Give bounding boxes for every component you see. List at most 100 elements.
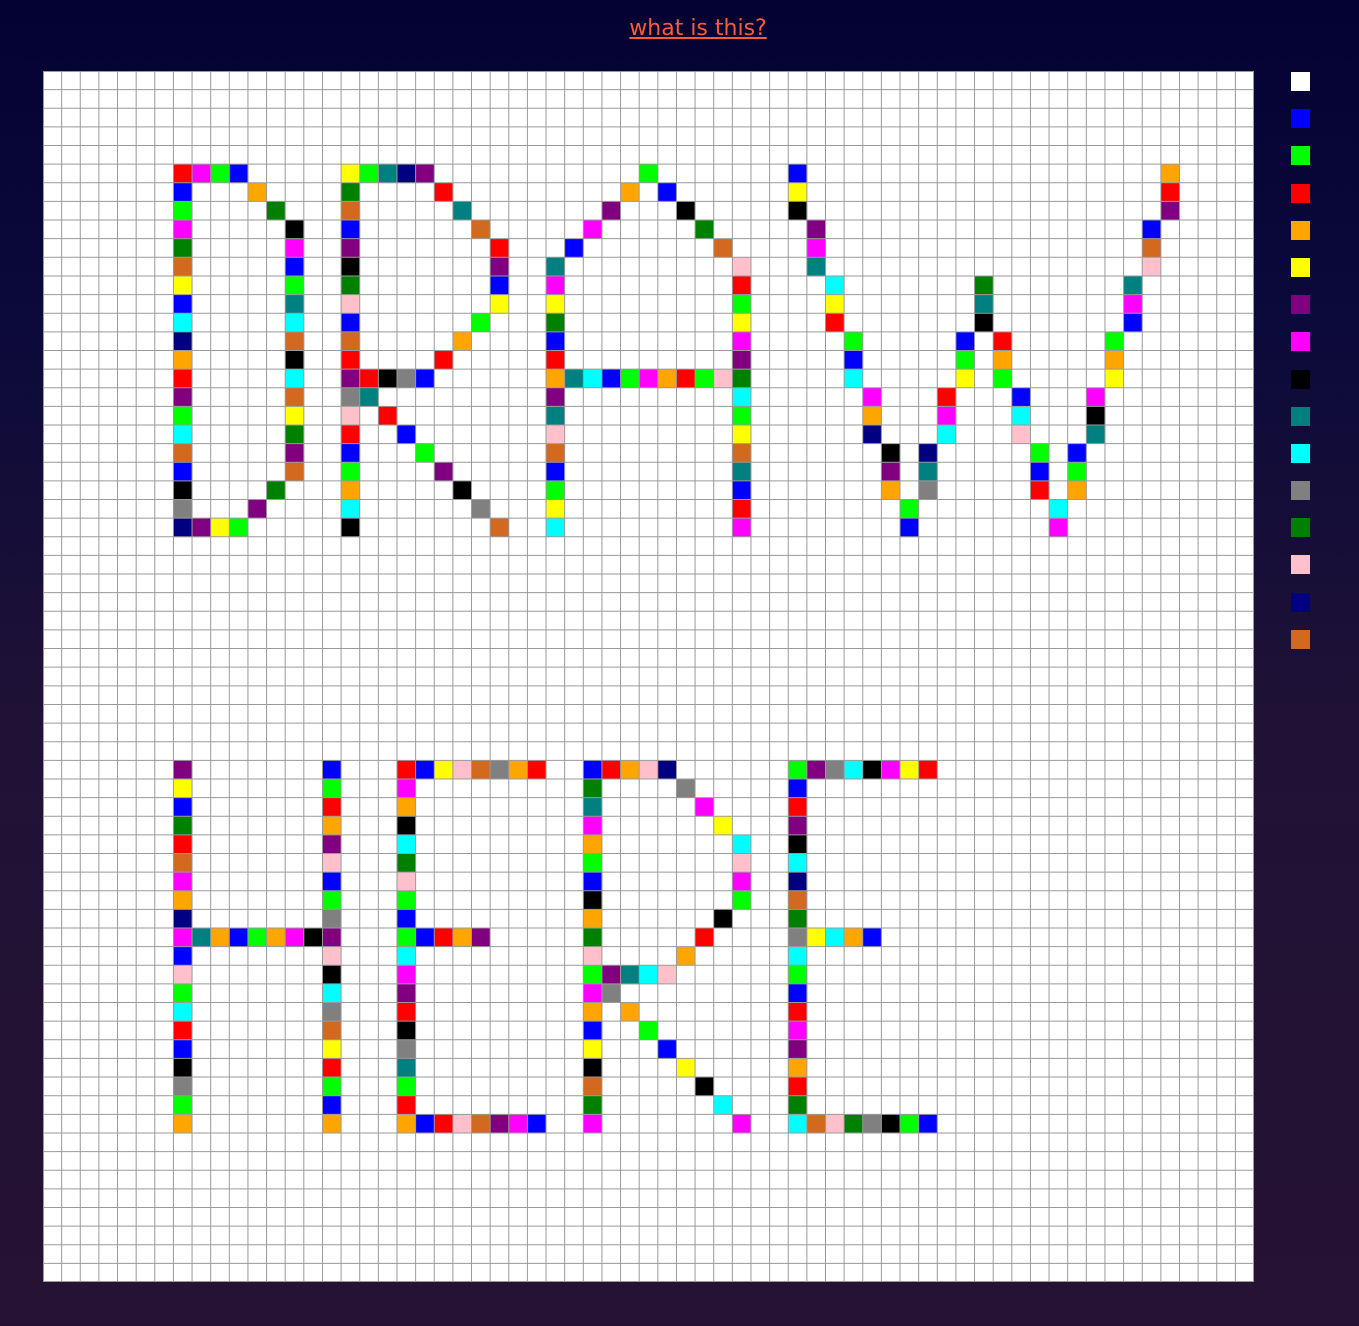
painted-pixel[interactable] <box>266 201 286 221</box>
painted-pixel[interactable] <box>825 294 845 314</box>
painted-pixel[interactable] <box>1086 406 1106 426</box>
painted-pixel[interactable] <box>173 1002 193 1022</box>
painted-pixel[interactable] <box>229 518 249 538</box>
painted-pixel[interactable] <box>788 834 808 854</box>
painted-pixel[interactable] <box>583 1058 603 1078</box>
painted-pixel[interactable] <box>546 462 565 482</box>
painted-pixel[interactable] <box>285 275 305 295</box>
painted-pixel[interactable] <box>490 238 510 258</box>
painted-pixel[interactable] <box>788 890 808 910</box>
painted-pixel[interactable] <box>732 872 752 892</box>
painted-pixel[interactable] <box>732 499 752 519</box>
painted-pixel[interactable] <box>1086 387 1106 407</box>
painted-pixel[interactable] <box>210 928 230 947</box>
pixel-grid[interactable] <box>43 71 1254 1282</box>
painted-pixel[interactable] <box>788 946 808 966</box>
painted-pixel[interactable] <box>173 499 193 519</box>
painted-pixel[interactable] <box>285 313 305 333</box>
painted-pixel[interactable] <box>322 890 342 910</box>
painted-pixel[interactable] <box>396 853 416 873</box>
painted-pixel[interactable] <box>173 164 193 184</box>
painted-pixel[interactable] <box>1067 480 1087 500</box>
painted-pixel[interactable] <box>955 350 975 370</box>
painted-pixel[interactable] <box>173 816 193 836</box>
painted-pixel[interactable] <box>732 518 752 538</box>
painted-pixel[interactable] <box>732 834 752 854</box>
painted-pixel[interactable] <box>1142 220 1162 239</box>
painted-pixel[interactable] <box>732 369 752 389</box>
painted-pixel[interactable] <box>955 369 975 389</box>
painted-pixel[interactable] <box>657 965 677 985</box>
painted-pixel[interactable] <box>806 238 826 258</box>
painted-pixel[interactable] <box>657 369 677 389</box>
painted-pixel[interactable] <box>993 369 1013 389</box>
painted-pixel[interactable] <box>601 369 621 389</box>
painted-pixel[interactable] <box>732 313 752 333</box>
painted-pixel[interactable] <box>322 1021 342 1041</box>
painted-pixel[interactable] <box>546 369 565 389</box>
painted-pixel[interactable] <box>341 369 361 389</box>
painted-pixel[interactable] <box>788 1077 808 1096</box>
painted-pixel[interactable] <box>788 928 808 947</box>
painted-pixel[interactable] <box>1160 201 1180 221</box>
painted-pixel[interactable] <box>639 1021 659 1041</box>
painted-pixel[interactable] <box>173 1077 193 1096</box>
painted-pixel[interactable] <box>1104 331 1124 351</box>
painted-pixel[interactable] <box>396 1002 416 1022</box>
painted-pixel[interactable] <box>1123 275 1143 295</box>
painted-pixel[interactable] <box>173 257 193 277</box>
painted-pixel[interactable] <box>322 834 342 854</box>
painted-pixel[interactable] <box>806 928 826 947</box>
painted-pixel[interactable] <box>583 220 603 239</box>
painted-pixel[interactable] <box>732 1114 752 1134</box>
painted-pixel[interactable] <box>173 872 193 892</box>
painted-pixel[interactable] <box>173 760 193 780</box>
painted-pixel[interactable] <box>881 760 901 780</box>
painted-pixel[interactable] <box>341 275 361 295</box>
painted-pixel[interactable] <box>322 1095 342 1115</box>
painted-pixel[interactable] <box>322 965 342 985</box>
painted-pixel[interactable] <box>788 965 808 985</box>
painted-pixel[interactable] <box>583 1021 603 1041</box>
painted-pixel[interactable] <box>285 369 305 389</box>
painted-pixel[interactable] <box>788 164 808 184</box>
painted-pixel[interactable] <box>1142 257 1162 277</box>
painted-pixel[interactable] <box>322 1114 342 1134</box>
painted-pixel[interactable] <box>583 760 603 780</box>
palette-swatch[interactable] <box>1291 109 1310 129</box>
painted-pixel[interactable] <box>620 182 640 202</box>
painted-pixel[interactable] <box>546 499 565 519</box>
painted-pixel[interactable] <box>806 257 826 277</box>
painted-pixel[interactable] <box>918 462 938 482</box>
painted-pixel[interactable] <box>732 387 752 407</box>
painted-pixel[interactable] <box>583 909 603 929</box>
painted-pixel[interactable] <box>173 928 193 947</box>
painted-pixel[interactable] <box>1142 238 1162 258</box>
painted-pixel[interactable] <box>583 983 603 1003</box>
painted-pixel[interactable] <box>173 909 193 929</box>
painted-pixel[interactable] <box>173 518 193 538</box>
painted-pixel[interactable] <box>229 928 249 947</box>
painted-pixel[interactable] <box>546 313 565 333</box>
painted-pixel[interactable] <box>583 816 603 836</box>
painted-pixel[interactable] <box>993 350 1013 370</box>
painted-pixel[interactable] <box>396 778 416 798</box>
painted-pixel[interactable] <box>322 816 342 836</box>
painted-pixel[interactable] <box>862 406 882 426</box>
painted-pixel[interactable] <box>173 201 193 221</box>
painted-pixel[interactable] <box>844 350 864 370</box>
painted-pixel[interactable] <box>173 983 193 1003</box>
painted-pixel[interactable] <box>396 424 416 444</box>
palette-swatch[interactable] <box>1291 369 1310 389</box>
painted-pixel[interactable] <box>359 164 379 184</box>
painted-pixel[interactable] <box>434 462 454 482</box>
painted-pixel[interactable] <box>788 1039 808 1059</box>
painted-pixel[interactable] <box>695 797 715 817</box>
painted-pixel[interactable] <box>396 164 416 184</box>
palette-swatch[interactable] <box>1291 146 1310 166</box>
painted-pixel[interactable] <box>1030 443 1050 463</box>
painted-pixel[interactable] <box>471 928 491 947</box>
painted-pixel[interactable] <box>396 890 416 910</box>
painted-pixel[interactable] <box>788 1114 808 1134</box>
painted-pixel[interactable] <box>657 760 677 780</box>
